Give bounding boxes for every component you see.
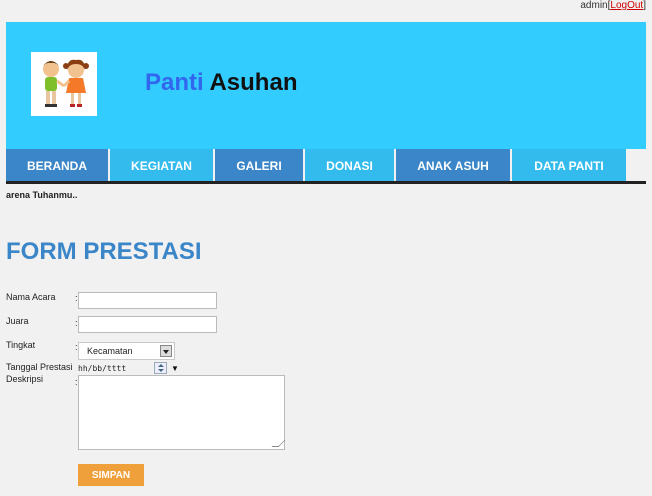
chevron-down-icon[interactable] xyxy=(160,345,172,357)
site-title: Panti Asuhan xyxy=(145,69,297,97)
nav-beranda[interactable]: BERANDA xyxy=(6,149,108,181)
logout-link[interactable]: LogOut xyxy=(610,0,643,11)
label-tanggal-prestasi: Tanggal Prestasi xyxy=(6,362,73,372)
date-dropdown-icon[interactable]: ▼ xyxy=(171,364,179,373)
main-nav: BERANDA KEGIATAN GALERI DONASI ANAK ASUH… xyxy=(6,149,646,184)
site-header: Panti Asuhan xyxy=(6,22,646,149)
nav-kegiatan[interactable]: KEGIATAN xyxy=(110,149,213,181)
bracket-close: ] xyxy=(643,0,646,11)
nav-galeri[interactable]: GALERI xyxy=(215,149,303,181)
deskripsi-textarea[interactable] xyxy=(78,375,286,450)
nav-data-panti[interactable]: DATA PANTI xyxy=(512,149,626,181)
marquee-text: arena Tuhanmu.. xyxy=(6,190,78,200)
tingkat-selected: Kecamatan xyxy=(87,346,133,356)
label-deskripsi: Deskripsi xyxy=(6,374,44,384)
form-title: FORM PRESTASI xyxy=(6,238,202,265)
date-spinner-icon[interactable] xyxy=(154,362,167,374)
tingkat-select[interactable]: Kecamatan xyxy=(78,342,175,360)
username: admin xyxy=(580,0,608,11)
tanggal-prestasi-input[interactable]: hh/bb/tttt xyxy=(78,364,126,373)
nama-acara-input[interactable] xyxy=(78,292,217,309)
juara-input[interactable] xyxy=(78,316,217,333)
label-juara: Juara xyxy=(6,316,29,326)
site-title-panti: Panti xyxy=(145,69,204,96)
label-tingkat: Tingkat xyxy=(6,340,36,350)
user-bar: admin[LogOut] xyxy=(580,0,646,11)
children-logo-icon xyxy=(31,52,97,116)
label-nama-acara: Nama Acara xyxy=(6,292,56,302)
site-title-asuhan: Asuhan xyxy=(209,69,298,96)
nav-anak-asuh[interactable]: ANAK ASUH xyxy=(396,149,510,181)
simpan-button[interactable]: SIMPAN xyxy=(78,464,144,486)
nav-donasi[interactable]: DONASI xyxy=(305,149,394,181)
resize-grip-icon[interactable] xyxy=(271,440,286,447)
